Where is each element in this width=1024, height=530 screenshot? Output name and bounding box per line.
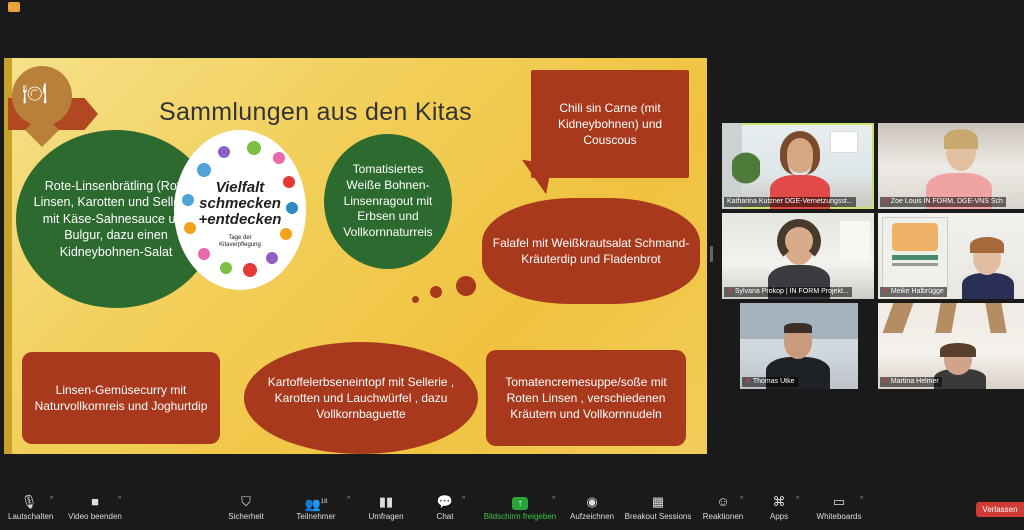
participant-name: Katharina Kutzner DGE-Vernetzungsst... xyxy=(724,197,856,207)
participant-name: ✗ Sylvana Prokop | IN FORM Projekt... xyxy=(724,287,852,297)
record-button[interactable]: ◉ Aufzeichnen xyxy=(568,494,616,521)
muted-mic-icon: ✗ xyxy=(745,378,751,385)
chat-button[interactable]: 💬 Chat xyxy=(432,494,458,521)
video-tile[interactable]: ✗ Meike Halbrügge xyxy=(878,213,1024,299)
security-button[interactable]: ⛉ Sicherheit xyxy=(226,494,266,521)
participants-button[interactable]: 👥18 Teilnehmer xyxy=(294,494,338,521)
participant-name: ✗ Martina Helmer xyxy=(880,377,942,387)
shared-screen-slide: 🍽 Sammlungen aus den Kitas Rote-Linsenbr… xyxy=(4,58,707,454)
whiteboard-icon: ▭ xyxy=(832,494,846,509)
participant-name: ✗ Thomas Utke xyxy=(742,377,798,387)
bubble-falafel: Falafel mit Weißkrautsalat Schmand- Kräu… xyxy=(482,198,700,304)
unmute-button[interactable]: 🎙 Lautschalten xyxy=(8,494,53,521)
stop-video-button[interactable]: ■ Video beenden xyxy=(66,494,124,521)
share-screen-button[interactable]: ↑ Bildschirm freigeben xyxy=(480,494,560,521)
polls-button[interactable]: ▮▮ Umfragen xyxy=(366,494,406,521)
split-view-handle[interactable] xyxy=(710,246,713,262)
participant-name: ✗ Zoe Louis IN FORM, DGE-VNS Sch xyxy=(880,197,1006,207)
chevron-up-icon[interactable]: ^ xyxy=(796,496,799,503)
muted-microphone-icon: 🎙 xyxy=(20,494,38,509)
video-camera-icon: ■ xyxy=(91,494,99,509)
muted-mic-icon: ✗ xyxy=(883,378,889,385)
chevron-up-icon[interactable]: ^ xyxy=(740,496,743,503)
apps-button[interactable]: ⌘ Apps xyxy=(766,494,792,521)
breakout-sessions-button[interactable]: ▦ Breakout Sessions xyxy=(624,494,692,521)
vielfalt-logo: Vielfalt schmecken +entdecken Tage der K… xyxy=(174,130,306,290)
leave-button[interactable]: Verlassen xyxy=(976,502,1024,517)
bubble-chili: Chili sin Carne (mit Kidneybohnen) und C… xyxy=(531,70,689,178)
meeting-toolbar: 🎙 Lautschalten ^ ■ Video beenden ^ ⛉ Sic… xyxy=(0,488,1024,530)
chevron-up-icon[interactable]: ^ xyxy=(552,496,555,503)
slide-title: Sammlungen aus den Kitas xyxy=(159,98,472,126)
muted-mic-icon: ✗ xyxy=(883,198,889,205)
bubble-linsen: Linsen-Gemüsecurry mit Naturvollkornreis… xyxy=(22,352,220,444)
people-icon: 👥18 xyxy=(304,496,328,512)
whiteboards-button[interactable]: ▭ Whiteboards xyxy=(812,494,866,521)
thought-dot-large xyxy=(456,276,476,296)
muted-mic-icon: ✗ xyxy=(883,288,889,295)
logo-subtitle: Tage der Kitaverpflegung xyxy=(219,235,261,249)
status-indicator-icon[interactable] xyxy=(8,2,20,12)
bubble-tomato: Tomatencremesuppe/soße mit Roten Linsen … xyxy=(486,350,686,446)
thought-dot-small xyxy=(412,296,419,303)
video-tile[interactable]: ✗ Sylvana Prokop | IN FORM Projekt... xyxy=(722,213,874,299)
zoom-meeting-window: 🍽 Sammlungen aus den Kitas Rote-Linsenbr… xyxy=(0,0,1024,530)
video-tile[interactable]: ✗ Zoe Louis IN FORM, DGE-VNS Sch xyxy=(878,123,1024,209)
video-tile[interactable]: ✗ Thomas Utke xyxy=(740,303,858,389)
logo-wordmark: Vielfalt schmecken +entdecken xyxy=(198,179,282,228)
chat-bubble-icon: 💬 xyxy=(436,494,454,509)
cutlery-icon: 🍽 xyxy=(22,83,48,105)
chevron-up-icon[interactable]: ^ xyxy=(347,496,350,503)
participant-name: ✗ Meike Halbrügge xyxy=(880,287,947,297)
breakout-grid-icon: ▦ xyxy=(651,494,665,509)
chevron-up-icon[interactable]: ^ xyxy=(462,496,465,503)
share-screen-icon: ↑ xyxy=(512,497,528,510)
video-tile[interactable]: ✗ Martina Helmer xyxy=(878,303,1024,389)
apps-icon: ⌘ xyxy=(772,494,786,509)
green-circle-right: Tomatisiertes Weiße Bohnen-Linsenragout … xyxy=(324,134,452,269)
chevron-up-icon[interactable]: ^ xyxy=(860,496,863,503)
chevron-up-icon[interactable]: ^ xyxy=(118,496,121,503)
bubble-kartoffel: Kartoffelerbseneintopf mit Sellerie , Ka… xyxy=(244,342,478,454)
video-tile[interactable]: Katharina Kutzner DGE-Vernetzungsst... xyxy=(722,123,874,209)
muted-mic-icon: ✗ xyxy=(727,288,733,295)
bar-chart-icon: ▮▮ xyxy=(378,494,394,509)
thought-dot-medium xyxy=(430,286,442,298)
record-icon: ◉ xyxy=(586,494,598,509)
shield-icon: ⛉ xyxy=(241,494,251,509)
chevron-up-icon[interactable]: ^ xyxy=(50,496,53,503)
